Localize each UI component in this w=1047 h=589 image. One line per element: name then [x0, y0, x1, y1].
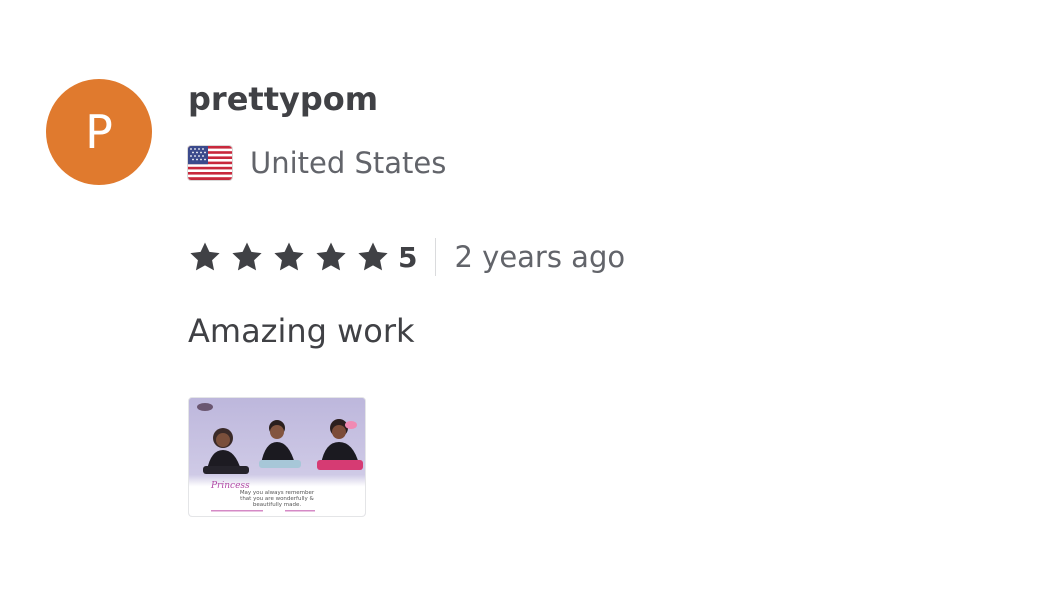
rating-row: 5 2 years ago — [188, 236, 625, 278]
divider — [435, 238, 437, 276]
star-icon — [230, 240, 264, 274]
reviewer-username[interactable]: prettypom — [188, 80, 378, 118]
thumbnail-line: beautifully made. — [253, 502, 302, 508]
avatar-letter: P — [85, 105, 113, 159]
star-icon — [272, 240, 306, 274]
star-icon — [188, 240, 222, 274]
star-icon — [314, 240, 348, 274]
review-text: Amazing work — [188, 312, 415, 350]
review-attachment-thumbnail[interactable]: Princess May you always remember that yo… — [188, 397, 366, 517]
review-card: P prettypom United States 5 2 years ago … — [0, 0, 1047, 589]
rating-value: 5 — [398, 240, 418, 274]
star-rating — [188, 240, 398, 274]
review-time: 2 years ago — [454, 240, 626, 274]
reviewer-country: United States — [188, 146, 446, 180]
avatar[interactable]: P — [46, 79, 152, 185]
country-name: United States — [250, 146, 447, 180]
us-flag-icon — [188, 146, 232, 180]
star-icon — [356, 240, 390, 274]
